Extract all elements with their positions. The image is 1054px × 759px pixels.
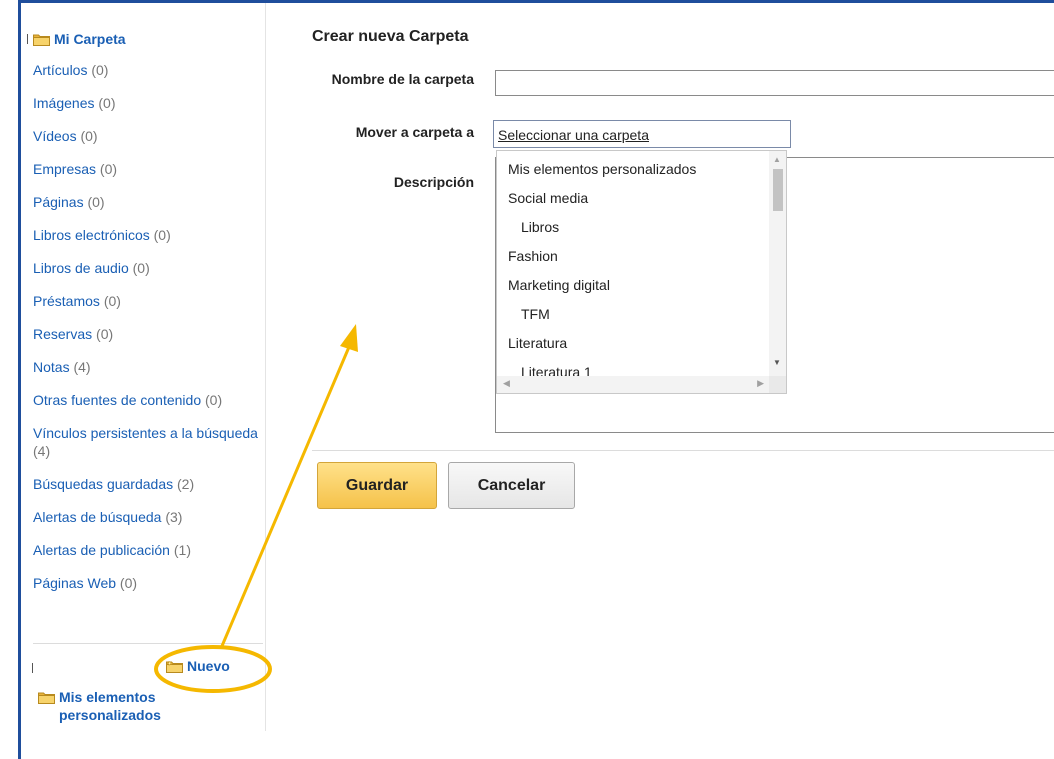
sidebar-item-label[interactable]: Reservas: [33, 326, 92, 342]
sidebar-item-count: (0): [80, 128, 98, 144]
sidebar-item-count: (0): [153, 227, 171, 243]
dropdown-option[interactable]: Social media: [497, 180, 770, 209]
new-folder-button[interactable]: Nuevo: [166, 658, 230, 674]
custom-items-folder[interactable]: Mis elementos personalizados: [38, 688, 208, 724]
new-folder-label[interactable]: Nuevo: [187, 658, 230, 674]
sidebar-item-label[interactable]: Búsquedas guardadas: [33, 476, 173, 492]
sidebar-item-label[interactable]: Vídeos: [33, 128, 77, 144]
sidebar-item-count: (4): [33, 443, 51, 459]
folder-name-input[interactable]: [495, 70, 1054, 96]
dropdown-option[interactable]: Fashion: [497, 238, 770, 267]
sidebar-item-label[interactable]: Páginas: [33, 194, 84, 210]
move-to-folder-label: Mover a carpeta a: [355, 124, 474, 140]
dropdown-option[interactable]: Literatura: [497, 325, 770, 354]
tree-line: [27, 34, 28, 44]
sidebar-item-otras-fuentes[interactable]: Otras fuentes de contenido (0): [33, 391, 261, 409]
sidebar-header[interactable]: Mi Carpeta: [27, 31, 126, 47]
scrollbar-corner: [769, 376, 786, 393]
description-label: Descripción: [393, 174, 474, 190]
sidebar-item-libros-electronicos[interactable]: Libros electrónicos (0): [33, 226, 261, 244]
horizontal-scrollbar[interactable]: ◀ ▶: [497, 376, 770, 393]
save-button[interactable]: Guardar: [317, 462, 437, 509]
sidebar-item-count: (0): [87, 194, 105, 210]
vertical-scrollbar[interactable]: ▲ ▼: [769, 151, 786, 377]
sidebar-item-paginas[interactable]: Páginas (0): [33, 193, 261, 211]
sidebar-item-videos[interactable]: Vídeos (0): [33, 127, 261, 145]
cancel-button[interactable]: Cancelar: [448, 462, 575, 509]
sidebar-item-paginas-web[interactable]: Páginas Web (0): [33, 574, 261, 592]
page-title: Crear nueva Carpeta: [312, 28, 469, 45]
sidebar-item-busquedas-guardadas[interactable]: Búsquedas guardadas (2): [33, 475, 261, 493]
dropdown-options: Mis elementos personalizados Social medi…: [497, 151, 770, 377]
scroll-right-icon[interactable]: ▶: [757, 378, 764, 389]
folder-icon: [38, 691, 55, 704]
sidebar-item-alertas-busqueda[interactable]: Alertas de búsqueda (3): [33, 508, 261, 526]
sidebar-item-count: (0): [205, 392, 223, 408]
scroll-left-icon[interactable]: ◀: [503, 378, 510, 389]
sidebar-item-label[interactable]: Alertas de publicación: [33, 542, 170, 558]
annotation-arrow-head: [340, 324, 358, 352]
sidebar-item-label[interactable]: Libros de audio: [33, 260, 129, 276]
new-folder-icon: [166, 659, 183, 673]
dropdown-option[interactable]: TFM: [497, 296, 770, 325]
sidebar-item-count: (1): [173, 542, 191, 558]
folder-icon: [33, 33, 50, 46]
sidebar-title[interactable]: Mi Carpeta: [54, 31, 126, 47]
sidebar-item-empresas[interactable]: Empresas (0): [33, 160, 261, 178]
sidebar-list: Artículos (0) Imágenes (0) Vídeos (0) Em…: [33, 61, 261, 607]
sidebar-item-prestamos[interactable]: Préstamos (0): [33, 292, 261, 310]
sidebar-item-count: (0): [103, 293, 121, 309]
sidebar-item-count: (0): [98, 95, 116, 111]
dropdown-option[interactable]: Mis elementos personalizados: [497, 151, 770, 180]
sidebar-item-label[interactable]: Vínculos persistentes a la búsqueda: [33, 425, 258, 441]
form-divider: [312, 450, 1054, 451]
sidebar-item-count: (0): [91, 62, 109, 78]
dropdown-option[interactable]: Libros: [497, 209, 770, 238]
move-to-folder-select[interactable]: Seleccionar una carpeta: [493, 120, 791, 148]
sidebar-item-label[interactable]: Alertas de búsqueda: [33, 509, 161, 525]
sidebar-item-count: (0): [96, 326, 114, 342]
sidebar-item-count: (0): [119, 575, 138, 591]
sidebar-item-imagenes[interactable]: Imágenes (0): [33, 94, 261, 112]
scroll-down-icon[interactable]: ▼: [773, 358, 781, 367]
custom-items-label-line2[interactable]: personalizados: [59, 707, 161, 723]
dropdown-option[interactable]: Literatura 1: [497, 354, 770, 377]
sidebar-item-count: (0): [132, 260, 150, 276]
sidebar-item-reservas[interactable]: Reservas (0): [33, 325, 261, 343]
dropdown-option[interactable]: Marketing digital: [497, 267, 770, 296]
sidebar-item-label[interactable]: Imágenes: [33, 95, 94, 111]
sidebar-item-label[interactable]: Notas: [33, 359, 70, 375]
sidebar-item-notas[interactable]: Notas (4): [33, 358, 261, 376]
folder-name-label: Nombre de la carpeta: [331, 71, 474, 87]
sidebar-item-count: (2): [177, 476, 195, 492]
sidebar-item-articulos[interactable]: Artículos (0): [33, 61, 261, 79]
sidebar-item-count: (0): [99, 161, 118, 177]
sidebar-item-alertas-publicacion[interactable]: Alertas de publicación (1): [33, 541, 261, 559]
sidebar-item-label[interactable]: Empresas: [33, 161, 96, 177]
folder-dropdown-list[interactable]: Mis elementos personalizados Social medi…: [496, 150, 787, 394]
sidebar-item-count: (3): [165, 509, 183, 525]
scrollbar-thumb[interactable]: [773, 169, 783, 211]
sidebar: Mi Carpeta Artículos (0) Imágenes (0) Ví…: [21, 3, 266, 731]
sidebar-item-count: (4): [73, 359, 91, 375]
sidebar-item-label[interactable]: Páginas Web: [33, 575, 116, 591]
sidebar-item-vinculos-persistentes[interactable]: Vínculos persistentes a la búsqueda (4): [33, 424, 261, 460]
sidebar-item-label[interactable]: Artículos: [33, 62, 87, 78]
sidebar-item-label[interactable]: Préstamos: [33, 293, 100, 309]
tree-line: [32, 663, 33, 673]
custom-items-label-line1[interactable]: Mis elementos: [59, 688, 155, 706]
sidebar-item-label[interactable]: Otras fuentes de contenido: [33, 392, 201, 408]
scroll-up-icon[interactable]: ▲: [773, 155, 781, 164]
sidebar-item-label[interactable]: Libros electrónicos: [33, 227, 150, 243]
sidebar-item-libros-audio[interactable]: Libros de audio (0): [33, 259, 261, 277]
sidebar-divider: [33, 643, 263, 644]
